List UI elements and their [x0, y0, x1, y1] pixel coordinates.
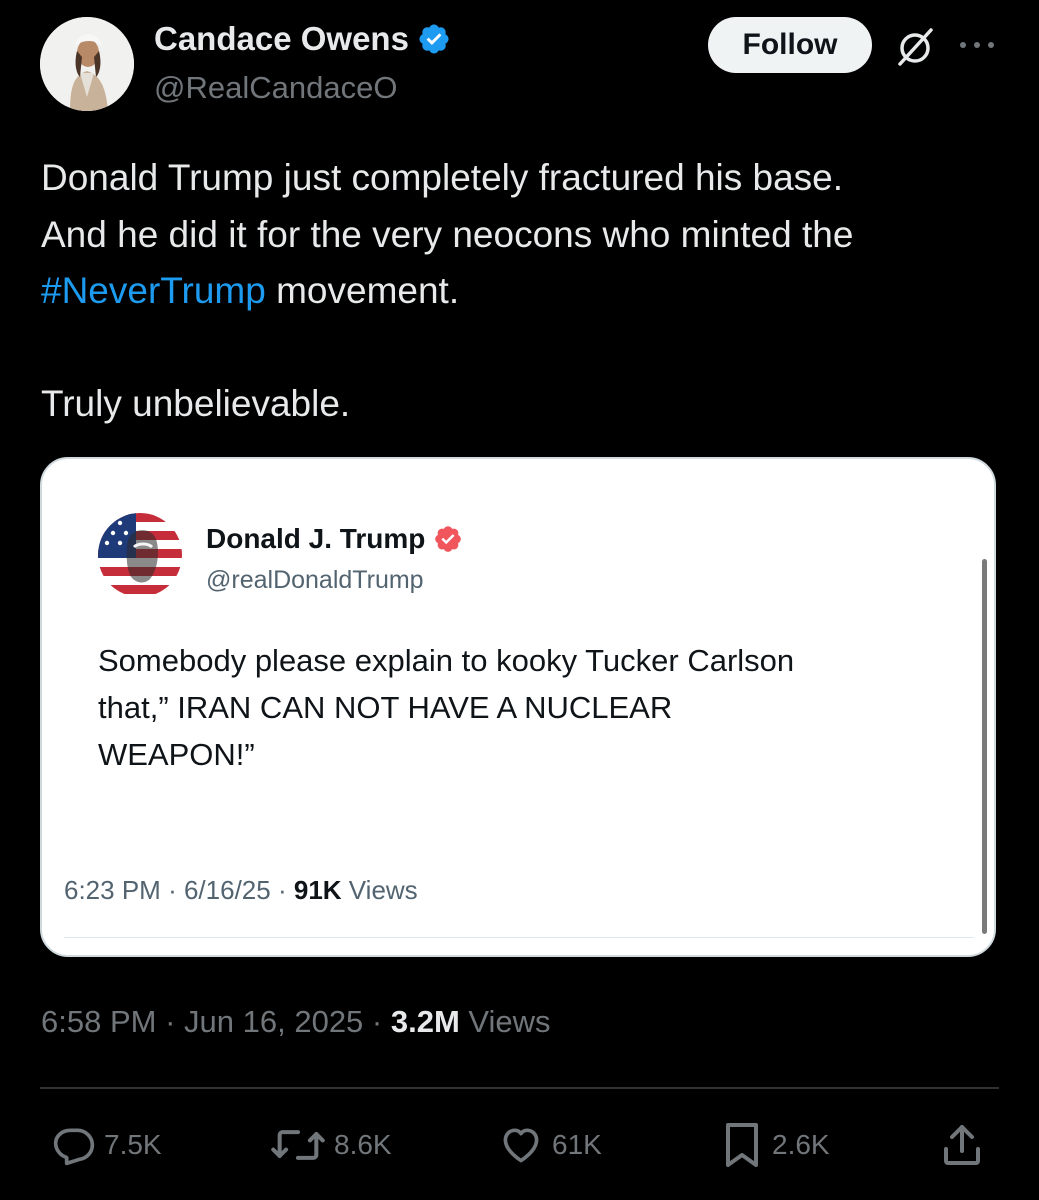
tweet-line: Donald Trump just completely fractured h…: [41, 157, 844, 198]
meta-separator: ·: [168, 875, 177, 905]
grok-icon[interactable]: [893, 25, 937, 69]
quoted-post-text: Somebody please explain to kooky Tucker …: [98, 637, 958, 778]
verified-badge-icon: [435, 526, 462, 552]
heart-icon: [503, 1128, 539, 1163]
post-meta: 6:58 PM · Jun 16, 2025 · 3.2M Views: [41, 1004, 551, 1040]
quoted-author-avatar[interactable]: [98, 513, 182, 597]
more-dots-icon: [960, 42, 994, 48]
more-options-icon[interactable]: [956, 28, 998, 62]
quoted-post-time[interactable]: 6:23 PM: [64, 875, 161, 905]
quoted-author-display-name[interactable]: Donald J. Trump: [206, 523, 425, 555]
author-display-name[interactable]: Candace Owens: [154, 20, 409, 58]
like-count: 61K: [552, 1129, 602, 1160]
share-icon: [944, 1125, 980, 1165]
follow-button[interactable]: Follow: [708, 17, 872, 73]
tweet-line: Truly unbelievable.: [41, 382, 351, 424]
post-views-label: Views: [468, 1004, 551, 1039]
bookmark-count: 2.6K: [772, 1129, 830, 1160]
author-avatar[interactable]: [40, 17, 134, 111]
hashtag-link[interactable]: #NeverTrump: [41, 270, 266, 311]
repost-button[interactable]: 8.6K: [270, 1120, 392, 1170]
quoted-text-line: Somebody please explain to kooky Tucker …: [98, 643, 795, 678]
reply-count: 7.5K: [104, 1129, 162, 1160]
grok-icon-svg: [898, 28, 933, 66]
verified-badge-icon: [419, 24, 449, 54]
tweet-line-rest: movement.: [265, 270, 460, 311]
actions-divider: [40, 1087, 999, 1089]
like-button[interactable]: 61K: [498, 1120, 602, 1170]
quoted-views-count: 91K: [293, 875, 342, 905]
tweet-line: #NeverTrump movement.: [41, 263, 1001, 320]
post-views-count[interactable]: 3.2M: [391, 1004, 460, 1039]
author-name-row[interactable]: Candace Owens: [154, 20, 451, 58]
share-button[interactable]: [940, 1120, 984, 1170]
meta-separator: ·: [371, 1004, 383, 1039]
reply-icon: [53, 1128, 95, 1166]
scrollbar[interactable]: [982, 559, 987, 934]
bookmark-button[interactable]: 2.6K: [720, 1120, 830, 1170]
quoted-text-line: WEAPON!”: [98, 737, 255, 772]
repost-icon: [271, 1130, 325, 1160]
author-handle[interactable]: @RealCandaceO: [154, 70, 397, 106]
post-time[interactable]: 6:58 PM: [41, 1004, 156, 1039]
meta-separator: ·: [165, 1004, 176, 1039]
quoted-author-name-row[interactable]: Donald J. Trump: [206, 523, 463, 555]
avatar-image: [40, 17, 134, 111]
repost-count: 8.6K: [334, 1129, 392, 1160]
meta-separator: ·: [277, 875, 287, 905]
quoted-divider: [64, 937, 974, 938]
quoted-post-card[interactable]: Donald J. Trump @realDonaldTrump Somebod…: [40, 457, 996, 957]
bookmark-icon: [726, 1123, 758, 1167]
reply-button[interactable]: 7.5K: [52, 1120, 162, 1170]
tweet-line: And he did it for the very neocons who m…: [41, 213, 854, 255]
quoted-post-date[interactable]: 6/16/25: [184, 875, 271, 905]
tweet-text: Donald Trump just completely fractured h…: [41, 150, 1001, 432]
flag-portrait-avatar: [98, 513, 182, 597]
quoted-views-label: Views: [348, 875, 418, 905]
quoted-post-meta: 6:23 PM · 6/16/25 · 91K Views: [64, 875, 418, 906]
quoted-text-line: that,” IRAN CAN NOT HAVE A NUCLEAR: [98, 690, 673, 725]
quoted-author-handle[interactable]: @realDonaldTrump: [206, 566, 424, 595]
post-date[interactable]: Jun 16, 2025: [184, 1004, 363, 1039]
